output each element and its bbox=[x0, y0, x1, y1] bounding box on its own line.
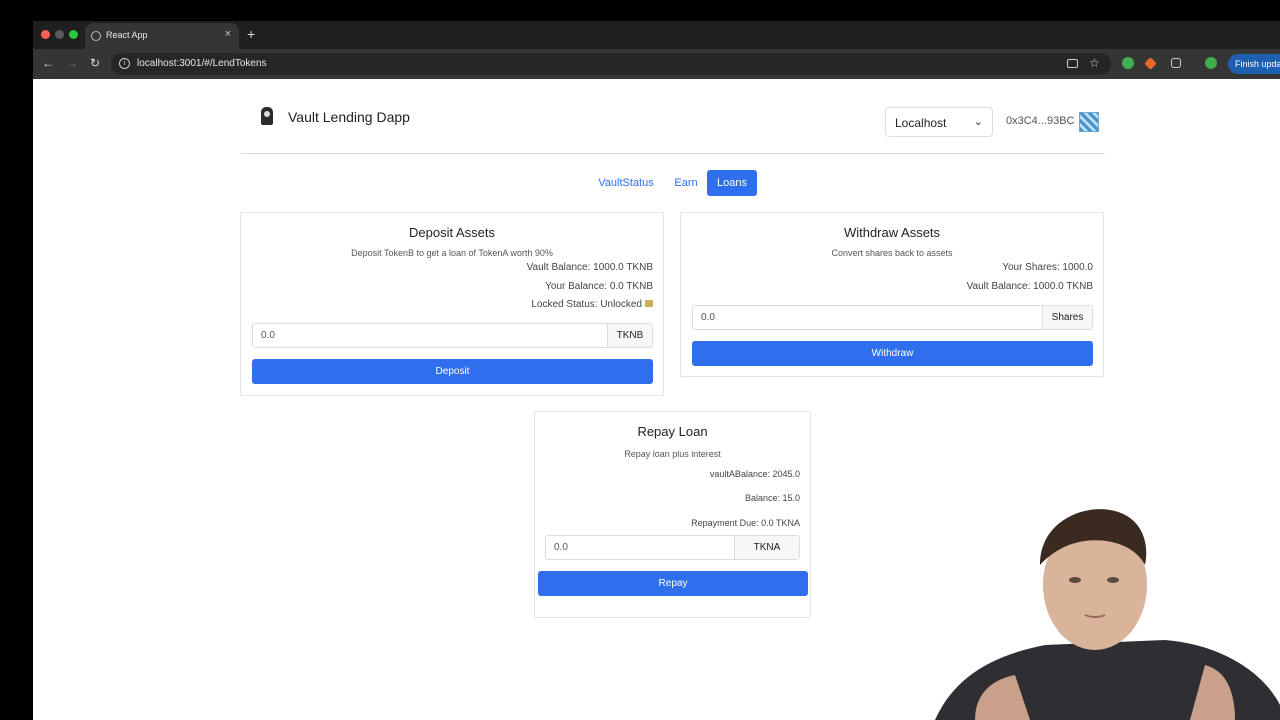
extension-green-icon[interactable] bbox=[1122, 57, 1134, 69]
withdraw-amount-value: 0.0 bbox=[701, 312, 715, 323]
close-window-button[interactable] bbox=[41, 30, 50, 39]
browser-toolbar: ← → ↻ i localhost:3001/#/LendTokens ☆ Fi… bbox=[33, 49, 1280, 79]
withdraw-amount-input[interactable]: 0.0 Shares bbox=[692, 305, 1093, 330]
tab-earn[interactable]: Earn bbox=[667, 170, 705, 196]
forward-arrow-icon[interactable]: → bbox=[66, 56, 78, 70]
tab-loans[interactable]: Loans bbox=[707, 170, 757, 196]
maximize-window-button[interactable] bbox=[69, 30, 78, 39]
repay-amount-input[interactable]: 0.0 TKNA bbox=[545, 535, 800, 560]
deposit-unit-label: TKNB bbox=[607, 324, 652, 347]
network-select[interactable]: Localhost ⌄ bbox=[885, 107, 993, 137]
reload-icon[interactable]: ↻ bbox=[90, 56, 100, 70]
finish-update-button[interactable]: Finish update bbox=[1228, 54, 1280, 74]
extensions-puzzle-icon[interactable] bbox=[1171, 58, 1181, 68]
minimize-window-button[interactable] bbox=[55, 30, 64, 39]
deposit-card: Deposit Assets Deposit TokenB to get a l… bbox=[240, 212, 664, 396]
browser-tab[interactable]: React App × bbox=[85, 23, 239, 49]
tab-title: React App bbox=[106, 30, 148, 40]
repay-card: Repay Loan Repay loan plus interest vaul… bbox=[534, 411, 811, 618]
globe-icon bbox=[91, 31, 101, 41]
deposit-title: Deposit Assets bbox=[409, 225, 495, 240]
site-info-icon[interactable]: i bbox=[119, 58, 130, 69]
profile-avatar-icon[interactable] bbox=[1205, 57, 1217, 69]
chevron-down-icon: ⌄ bbox=[973, 116, 983, 128]
new-tab-button[interactable]: + bbox=[247, 26, 255, 42]
deposit-amount-value: 0.0 bbox=[261, 330, 275, 341]
repay-balance: Balance: 15.0 bbox=[744, 493, 800, 503]
withdraw-button[interactable]: Withdraw bbox=[692, 341, 1093, 366]
browser-tab-bar: React App × + bbox=[33, 21, 1280, 49]
deposit-amount-input[interactable]: 0.0 TKNB bbox=[252, 323, 653, 348]
locked-status-text: Locked Status: Unlocked bbox=[531, 299, 642, 310]
extension-fox-icon[interactable] bbox=[1144, 57, 1157, 70]
webcam-overlay bbox=[935, 509, 1280, 720]
deposit-your-balance: Your Balance: 0.0 TKNB bbox=[545, 281, 653, 292]
repay-due: Repayment Due: 0.0 TKNA bbox=[691, 518, 800, 528]
vault-logo-icon bbox=[261, 107, 273, 125]
close-icon[interactable]: × bbox=[225, 28, 231, 40]
address-bar[interactable]: i localhost:3001/#/LendTokens bbox=[111, 53, 1111, 75]
app-title: Vault Lending Dapp bbox=[288, 109, 410, 125]
url-text: localhost:3001/#/LendTokens bbox=[137, 58, 267, 69]
header-divider bbox=[241, 153, 1105, 154]
install-app-icon[interactable] bbox=[1067, 59, 1078, 68]
withdraw-your-shares: Your Shares: 1000.0 bbox=[1002, 262, 1093, 273]
deposit-button[interactable]: Deposit bbox=[252, 359, 653, 384]
repay-subtitle: Repay loan plus interest bbox=[624, 449, 721, 459]
screen: React App × + ← → ↻ i localhost:3001/#/L… bbox=[0, 0, 1280, 720]
withdraw-card: Withdraw Assets Convert shares back to a… bbox=[680, 212, 1104, 377]
locked-status: Locked Status: Unlocked bbox=[531, 299, 653, 310]
repay-title: Repay Loan bbox=[637, 424, 708, 439]
bookmark-star-icon[interactable]: ☆ bbox=[1089, 56, 1100, 70]
withdraw-unit-label: Shares bbox=[1042, 306, 1092, 329]
wallet-address[interactable]: 0x3C4...93BC bbox=[1006, 115, 1074, 127]
deposit-subtitle: Deposit TokenB to get a loan of TokenA w… bbox=[351, 248, 553, 258]
wallet-avatar-icon[interactable] bbox=[1079, 112, 1099, 132]
withdraw-subtitle: Convert shares back to assets bbox=[831, 248, 953, 258]
deposit-vault-balance: Vault Balance: 1000.0 TKNB bbox=[526, 262, 653, 273]
withdraw-title: Withdraw Assets bbox=[843, 225, 941, 240]
withdraw-vault-balance: Vault Balance: 1000.0 TKNB bbox=[966, 281, 1093, 292]
repay-vault-a-balance: vaultABalance: 2045.0 bbox=[709, 469, 800, 479]
repay-unit-label: TKNA bbox=[734, 536, 799, 559]
tab-vaultstatus[interactable]: VaultStatus bbox=[589, 170, 663, 196]
repay-button[interactable]: Repay bbox=[538, 571, 808, 596]
repay-amount-value: 0.0 bbox=[554, 542, 568, 553]
network-select-value: Localhost bbox=[895, 116, 947, 130]
lock-icon bbox=[645, 300, 653, 307]
back-arrow-icon[interactable]: ← bbox=[42, 56, 54, 70]
